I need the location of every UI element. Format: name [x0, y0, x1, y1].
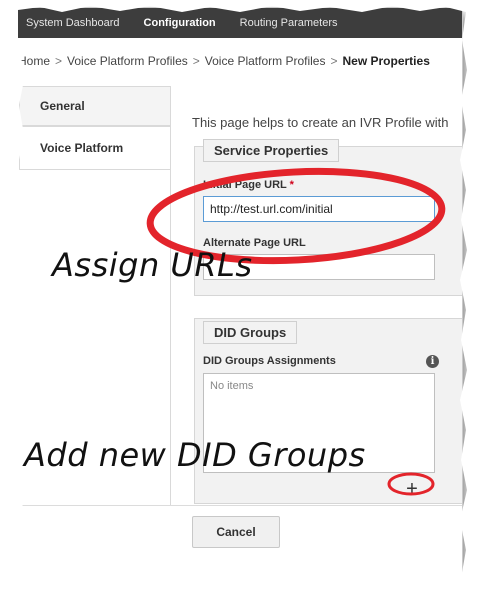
- did-groups-legend: DID Groups: [203, 321, 298, 344]
- nav-item-system-dashboard[interactable]: System Dashboard: [14, 17, 132, 29]
- breadcrumb-home[interactable]: Home: [18, 54, 50, 68]
- cancel-button[interactable]: Cancel: [192, 516, 280, 548]
- breadcrumb-current: New Properties: [342, 54, 430, 68]
- required-marker: *: [289, 179, 294, 191]
- did-groups-assignments-label: DID Groups Assignments: [203, 355, 336, 367]
- breadcrumb-separator: >: [192, 54, 200, 68]
- footer-divider: [19, 505, 462, 506]
- annotation-assign-urls: Assign URLs: [52, 246, 253, 284]
- breadcrumb-separator: >: [330, 54, 338, 68]
- sidebar-tab-general[interactable]: General: [19, 86, 170, 126]
- nav-item-configuration[interactable]: Configuration: [132, 17, 228, 29]
- initial-page-url-label-text: Initial Page URL: [203, 179, 287, 191]
- nav-item-routing-parameters[interactable]: Routing Parameters: [228, 17, 350, 29]
- annotation-add-did-groups: Add new DID Groups: [24, 436, 366, 474]
- breadcrumb-separator: >: [55, 54, 63, 68]
- add-did-group-button[interactable]: +: [400, 479, 424, 501]
- app-window: System Dashboard Configuration Routing P…: [14, 8, 462, 588]
- info-icon[interactable]: i: [426, 355, 439, 368]
- sidebar-tab-voice-platform[interactable]: Voice Platform: [19, 126, 170, 170]
- top-navigation-bar: System Dashboard Configuration Routing P…: [14, 8, 462, 38]
- service-properties-legend: Service Properties: [203, 139, 340, 162]
- did-groups-panel: DID Groups DID Groups Assignments i No i…: [194, 318, 462, 504]
- initial-page-url-input[interactable]: [203, 196, 435, 222]
- initial-page-url-label: Initial Page URL *: [203, 179, 294, 191]
- breadcrumb: Home > Voice Platform Profiles > Voice Platf…: [14, 54, 462, 68]
- breadcrumb-voice-platform-profiles-2[interactable]: Voice Platform Profiles: [205, 54, 326, 68]
- breadcrumb-voice-platform-profiles[interactable]: Voice Platform Profiles: [67, 54, 188, 68]
- empty-list-text: No items: [210, 380, 254, 392]
- page-intro-text: This page helps to create an IVR Profile…: [192, 115, 449, 130]
